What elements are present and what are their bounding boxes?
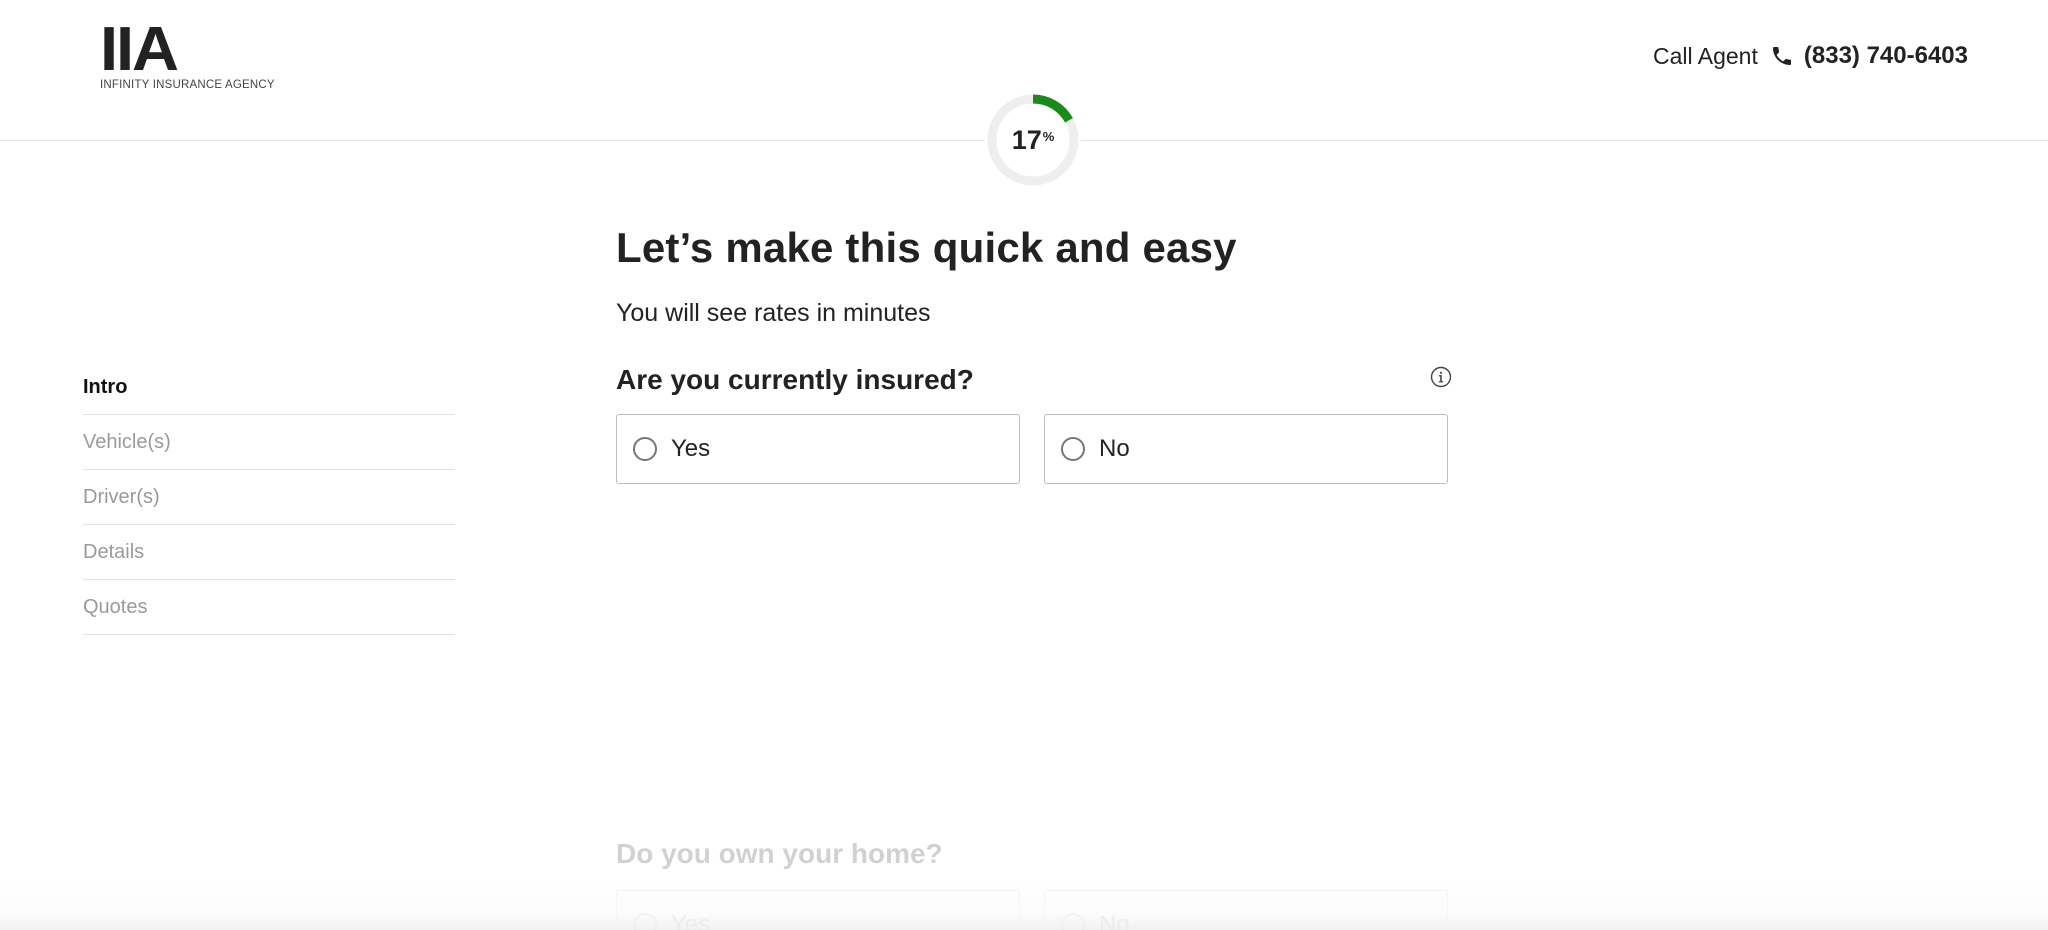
logo-subtitle: INFINITY INSURANCE AGENCY — [100, 79, 275, 91]
progress-ring: 17% — [985, 92, 1081, 188]
phone-icon — [1770, 44, 1794, 68]
iia-logo[interactable]: IIA INFINITY INSURANCE AGENCY — [100, 15, 275, 96]
page-title: Let’s make this quick and easy — [616, 224, 1237, 271]
main-content: Let’s make this quick and easy You will … — [616, 220, 1452, 484]
radio-circle-icon[interactable] — [1061, 913, 1085, 930]
step-intro[interactable]: Intro — [83, 360, 455, 415]
progress-unit: % — [1042, 128, 1055, 144]
call-agent-label: Call Agent — [1653, 42, 1758, 69]
page: IIA INFINITY INSURANCE AGENCY Call Agent… — [0, 0, 2048, 930]
step-label: Vehicle(s) — [83, 430, 171, 453]
question-own-home: Do you own your home? — [616, 838, 943, 869]
step-label: Quotes — [83, 595, 148, 618]
progress-value: 17 — [1011, 124, 1042, 155]
option-label: Yes — [671, 911, 711, 930]
step-details[interactable]: Details — [83, 525, 455, 580]
option-no[interactable]: No — [1044, 414, 1448, 484]
radio-circle-icon[interactable] — [1061, 437, 1085, 461]
step-vehicles[interactable]: Vehicle(s) — [83, 415, 455, 470]
home-options: Yes No — [616, 890, 1452, 930]
step-label: Intro — [83, 375, 128, 398]
radio-circle-icon[interactable] — [633, 437, 657, 461]
option-yes[interactable]: Yes — [616, 414, 1020, 484]
step-navigation: Intro Vehicle(s) Driver(s) Details Quote… — [83, 360, 455, 635]
next-question-faded: Do you own your home? Yes No — [616, 834, 1452, 930]
insured-options: Yes No — [616, 414, 1452, 484]
phone-number: (833) 740-6403 — [1803, 42, 1968, 69]
logo-mark: IIA — [100, 15, 179, 84]
question-currently-insured: Are you currently insured? — [616, 364, 974, 395]
page-subtitle: You will see rates in minutes — [616, 299, 931, 327]
option-label: No — [1099, 911, 1130, 930]
progress-percent: 17% — [985, 92, 1081, 188]
question-row: Are you currently insured? — [616, 360, 1452, 400]
step-label: Driver(s) — [83, 485, 160, 508]
option-yes[interactable]: Yes — [616, 890, 1020, 930]
option-label: No — [1099, 435, 1130, 462]
radio-circle-icon[interactable] — [633, 913, 657, 930]
step-label: Details — [83, 540, 145, 563]
call-agent[interactable]: Call Agent (833) 740-6403 — [1653, 42, 1968, 70]
option-label: Yes — [671, 435, 711, 462]
step-quotes[interactable]: Quotes — [83, 580, 455, 635]
info-icon[interactable] — [1430, 366, 1452, 388]
step-drivers[interactable]: Driver(s) — [83, 470, 455, 525]
option-no[interactable]: No — [1044, 890, 1448, 930]
